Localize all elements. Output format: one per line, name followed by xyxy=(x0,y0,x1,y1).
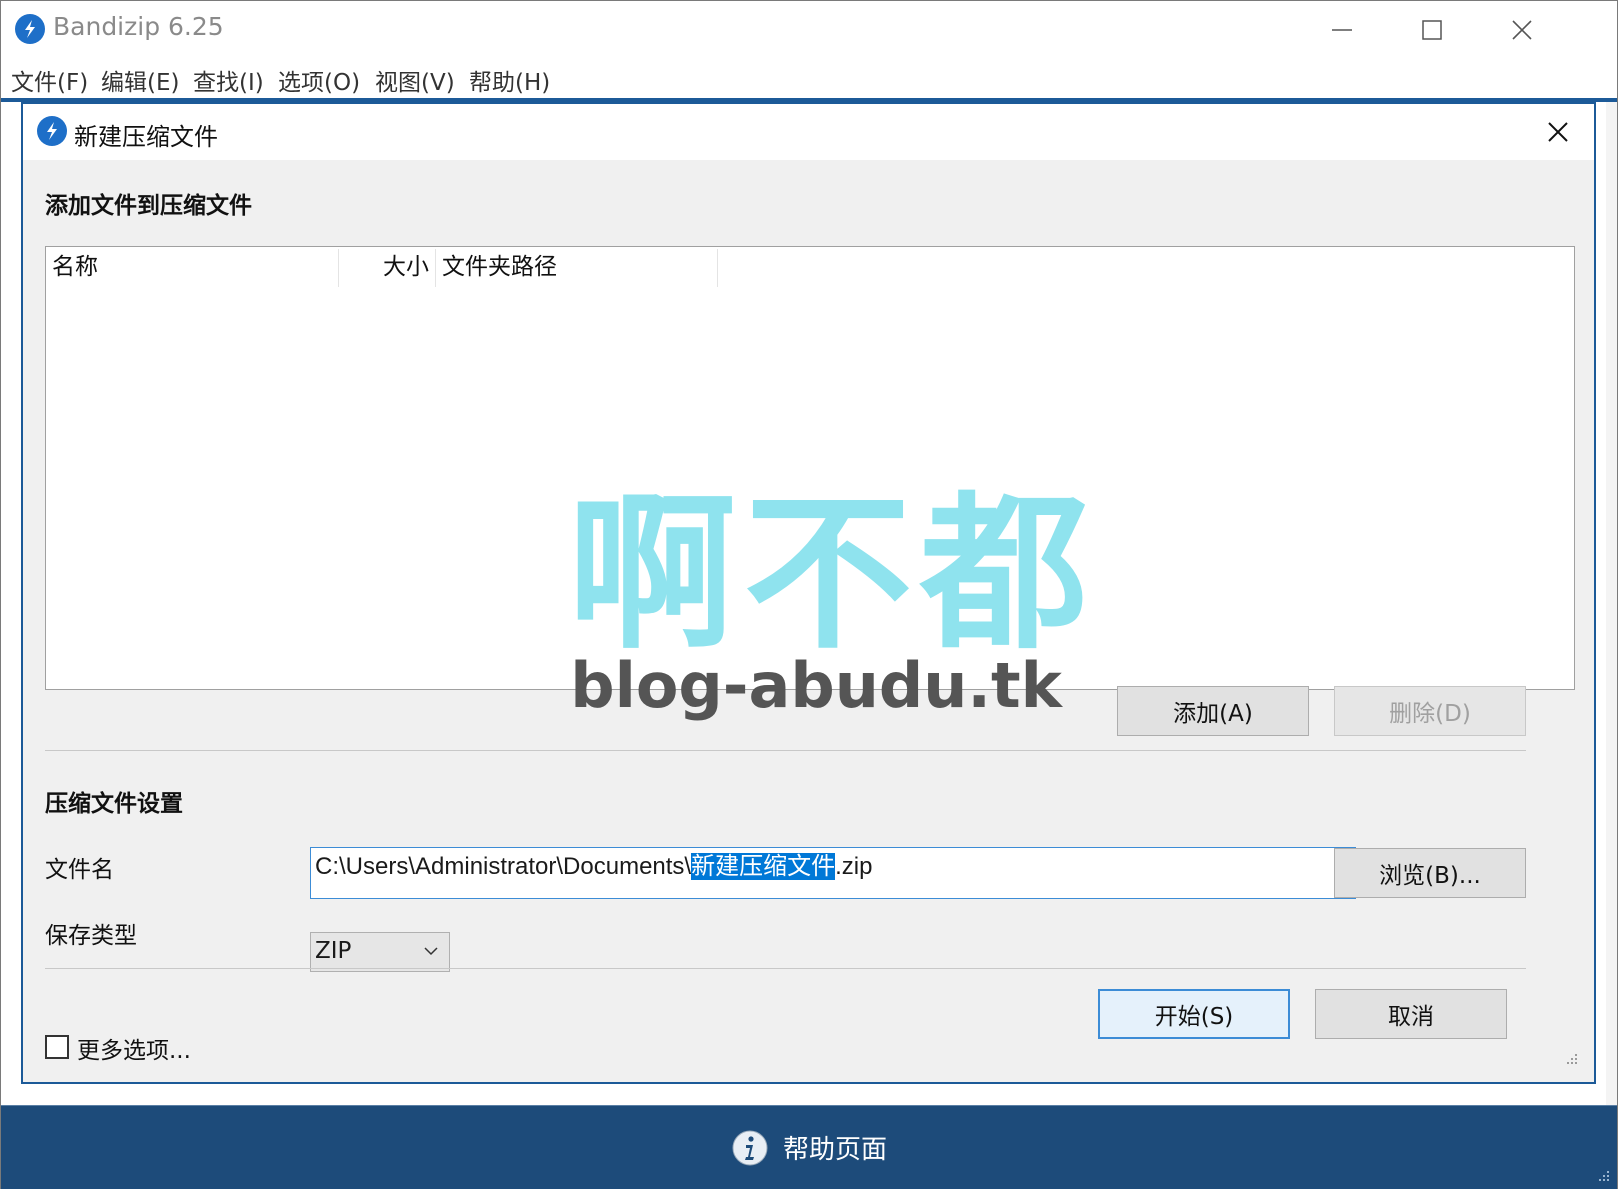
column-header-folder-path[interactable]: 文件夹路径 xyxy=(436,247,716,287)
help-footer[interactable]: 帮助页面 xyxy=(1,1105,1617,1189)
menu-help[interactable]: 帮助(H) xyxy=(467,63,552,97)
delete-button[interactable]: 删除(D) xyxy=(1334,686,1526,736)
background-window-edge xyxy=(1606,102,1617,1105)
help-page-label[interactable]: 帮助页面 xyxy=(783,1129,887,1166)
browse-button[interactable]: 浏览(B)... xyxy=(1334,848,1526,898)
section-divider xyxy=(45,750,1526,751)
save-type-select[interactable]: ZIP xyxy=(310,932,450,972)
bandizip-logo-icon xyxy=(15,14,45,44)
file-list[interactable]: 名称 大小 文件夹路径 xyxy=(45,246,1575,690)
filename-extension: .zip xyxy=(835,853,873,880)
cancel-button[interactable]: 取消 xyxy=(1315,989,1507,1039)
archive-settings-section-title: 压缩文件设置 xyxy=(45,791,183,817)
main-window: Bandizip 6.25 文件(F) 编辑(E) 查找(I) 选项(O) 视图… xyxy=(0,0,1618,1189)
add-button[interactable]: 添加(A) xyxy=(1117,686,1309,736)
minimize-icon[interactable] xyxy=(1297,1,1387,59)
dialog-close-icon[interactable] xyxy=(1533,108,1583,156)
info-icon xyxy=(732,1130,768,1165)
resize-grip-icon[interactable] xyxy=(1597,1169,1611,1183)
close-icon[interactable] xyxy=(1477,1,1567,59)
save-type-value: ZIP xyxy=(315,938,352,964)
bandizip-logo-icon xyxy=(37,116,67,146)
more-options-label[interactable]: 更多选项... xyxy=(77,1031,191,1065)
dialog-title-bar: 新建压缩文件 xyxy=(23,104,1594,160)
new-archive-dialog: 新建压缩文件 添加文件到压缩文件 名称 大小 文件夹路径 添加(A) 删除(D)… xyxy=(21,102,1596,1084)
menu-file[interactable]: 文件(F) xyxy=(9,63,90,97)
column-header-name[interactable]: 名称 xyxy=(46,247,338,287)
section-divider xyxy=(45,968,1526,969)
column-separator[interactable] xyxy=(717,249,718,287)
save-type-label: 保存类型 xyxy=(45,923,137,949)
filename-selected-text: 新建压缩文件 xyxy=(691,853,836,880)
more-options-checkbox[interactable] xyxy=(45,1035,69,1059)
chevron-down-icon xyxy=(424,947,438,956)
filename-path-prefix: C:\Users\Administrator\Documents\ xyxy=(315,853,692,880)
title-bar: Bandizip 6.25 xyxy=(1,1,1617,59)
menu-view[interactable]: 视图(V) xyxy=(373,63,457,97)
dialog-title: 新建压缩文件 xyxy=(74,123,218,151)
filename-input[interactable]: C:\Users\Administrator\Documents\新建压缩文件.… xyxy=(310,847,1356,899)
add-files-section-title: 添加文件到压缩文件 xyxy=(45,193,252,219)
menu-edit[interactable]: 编辑(E) xyxy=(99,63,181,97)
filename-label: 文件名 xyxy=(45,857,114,883)
start-button[interactable]: 开始(S) xyxy=(1098,989,1290,1039)
maximize-icon[interactable] xyxy=(1387,1,1477,59)
menu-find[interactable]: 查找(I) xyxy=(191,63,266,97)
resize-grip-icon[interactable] xyxy=(1563,1050,1579,1066)
menu-bar: 文件(F) 编辑(E) 查找(I) 选项(O) 视图(V) 帮助(H) xyxy=(1,59,1617,99)
menu-options[interactable]: 选项(O) xyxy=(276,63,362,97)
column-header-size[interactable]: 大小 xyxy=(339,247,435,287)
window-title: Bandizip 6.25 xyxy=(53,12,224,41)
